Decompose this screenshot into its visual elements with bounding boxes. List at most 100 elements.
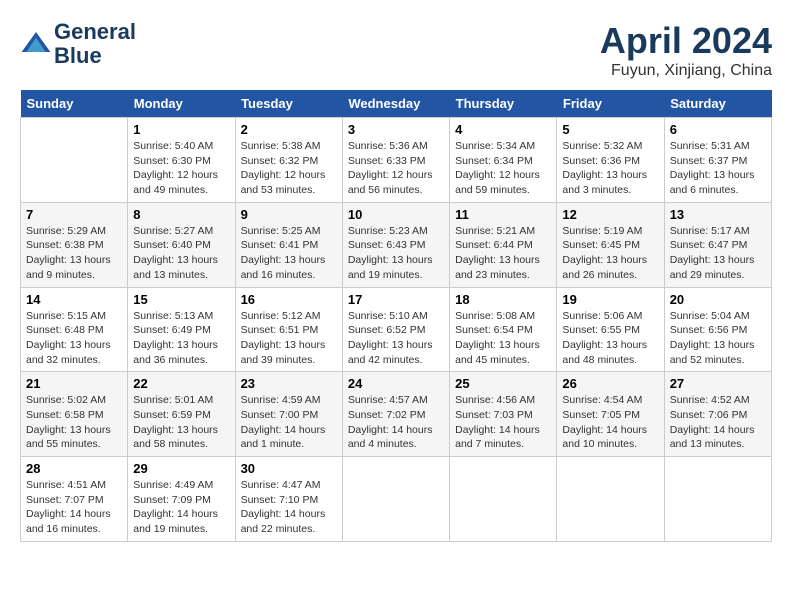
- calendar-day-cell: 2Sunrise: 5:38 AM Sunset: 6:32 PM Daylig…: [235, 118, 342, 203]
- calendar-day-cell: 14 Sunrise: 5:15 AM Sunset: 6:48 PM Dayli…: [21, 287, 128, 372]
- day-number: 14: [26, 292, 122, 307]
- day-info: Sunrise: 5:19 AM Sunset: 6:45 PM Dayligh…: [562, 224, 658, 283]
- calendar-day-cell: 11 Sunrise: 5:21 AM Sunset: 6:44 PM Dayli…: [450, 202, 557, 287]
- calendar-day-cell: 24 Sunrise: 4:57 AM Sunset: 7:02 PM Dayli…: [342, 372, 449, 457]
- day-info: Sunrise: 5:08 AM Sunset: 6:54 PM Dayligh…: [455, 309, 551, 368]
- day-number: 29: [133, 461, 229, 476]
- calendar-day-cell: 25 Sunrise: 4:56 AM Sunset: 7:03 PM Dayli…: [450, 372, 557, 457]
- calendar-day-cell: [557, 457, 664, 542]
- day-number: 15: [133, 292, 229, 307]
- calendar-day-cell: 12 Sunrise: 5:19 AM Sunset: 6:45 PM Dayli…: [557, 202, 664, 287]
- calendar-day-cell: 7Sunrise: 5:29 AM Sunset: 6:38 PM Daylig…: [21, 202, 128, 287]
- calendar-day-cell: 4Sunrise: 5:34 AM Sunset: 6:34 PM Daylig…: [450, 118, 557, 203]
- day-number: 16: [241, 292, 337, 307]
- logo-text: General Blue: [54, 20, 136, 68]
- day-number: 9: [241, 207, 337, 222]
- day-info: Sunrise: 5:12 AM Sunset: 6:51 PM Dayligh…: [241, 309, 337, 368]
- title-block: April 2024 Fuyun, Xinjiang, China: [600, 20, 772, 80]
- calendar-day-cell: 27 Sunrise: 4:52 AM Sunset: 7:06 PM Dayli…: [664, 372, 771, 457]
- weekday-label: Thursday: [450, 90, 557, 118]
- day-info: Sunrise: 5:15 AM Sunset: 6:48 PM Dayligh…: [26, 309, 122, 368]
- calendar-day-cell: 6 Sunrise: 5:31 AM Sunset: 6:37 PM Daylig…: [664, 118, 771, 203]
- calendar-day-cell: 8 Sunrise: 5:27 AM Sunset: 6:40 PM Daylig…: [128, 202, 235, 287]
- day-info: Sunrise: 4:49 AM Sunset: 7:09 PM Dayligh…: [133, 478, 229, 537]
- calendar-day-cell: 3 Sunrise: 5:36 AM Sunset: 6:33 PM Daylig…: [342, 118, 449, 203]
- day-info: Sunrise: 5:34 AM Sunset: 6:34 PM Dayligh…: [455, 139, 551, 198]
- calendar-day-cell: 29 Sunrise: 4:49 AM Sunset: 7:09 PM Dayli…: [128, 457, 235, 542]
- day-info: Sunrise: 5:13 AM Sunset: 6:49 PM Dayligh…: [133, 309, 229, 368]
- day-info: Sunrise: 4:52 AM Sunset: 7:06 PM Dayligh…: [670, 393, 766, 452]
- weekday-label: Tuesday: [235, 90, 342, 118]
- calendar-day-cell: 13 Sunrise: 5:17 AM Sunset: 6:47 PM Dayli…: [664, 202, 771, 287]
- day-number: 3: [348, 122, 444, 137]
- day-info: Sunrise: 4:57 AM Sunset: 7:02 PM Dayligh…: [348, 393, 444, 452]
- day-number: 22: [133, 376, 229, 391]
- day-info: Sunrise: 5:06 AM Sunset: 6:55 PM Dayligh…: [562, 309, 658, 368]
- calendar-day-cell: 20 Sunrise: 5:04 AM Sunset: 6:56 PM Dayli…: [664, 287, 771, 372]
- calendar-day-cell: 17 Sunrise: 5:10 AM Sunset: 6:52 PM Dayli…: [342, 287, 449, 372]
- day-number: 6: [670, 122, 766, 137]
- calendar-day-cell: 23Sunrise: 4:59 AM Sunset: 7:00 PM Dayli…: [235, 372, 342, 457]
- calendar-day-cell: 15 Sunrise: 5:13 AM Sunset: 6:49 PM Dayli…: [128, 287, 235, 372]
- logo: General Blue: [20, 20, 136, 68]
- calendar-day-cell: 10 Sunrise: 5:23 AM Sunset: 6:43 PM Dayli…: [342, 202, 449, 287]
- day-info: Sunrise: 5:21 AM Sunset: 6:44 PM Dayligh…: [455, 224, 551, 283]
- day-info: Sunrise: 5:25 AM Sunset: 6:41 PM Dayligh…: [241, 224, 337, 283]
- day-number: 10: [348, 207, 444, 222]
- day-number: 26: [562, 376, 658, 391]
- day-number: 23: [241, 376, 337, 391]
- day-info: Sunrise: 5:01 AM Sunset: 6:59 PM Dayligh…: [133, 393, 229, 452]
- calendar-day-cell: 9 Sunrise: 5:25 AM Sunset: 6:41 PM Daylig…: [235, 202, 342, 287]
- day-number: 27: [670, 376, 766, 391]
- calendar-week-row: 1 Sunrise: 5:40 AM Sunset: 6:30 PM Daylig…: [21, 118, 772, 203]
- day-info: Sunrise: 5:31 AM Sunset: 6:37 PM Dayligh…: [670, 139, 766, 198]
- calendar-day-cell: [664, 457, 771, 542]
- day-info: Sunrise: 5:10 AM Sunset: 6:52 PM Dayligh…: [348, 309, 444, 368]
- calendar-day-cell: [342, 457, 449, 542]
- month-title: April 2024: [600, 20, 772, 62]
- day-info: Sunrise: 4:56 AM Sunset: 7:03 PM Dayligh…: [455, 393, 551, 452]
- day-info: Sunrise: 5:17 AM Sunset: 6:47 PM Dayligh…: [670, 224, 766, 283]
- calendar-week-row: 14 Sunrise: 5:15 AM Sunset: 6:48 PM Dayli…: [21, 287, 772, 372]
- weekday-label: Sunday: [21, 90, 128, 118]
- calendar-table: SundayMondayTuesdayWednesdayThursdayFrid…: [20, 90, 772, 542]
- calendar-day-cell: 1 Sunrise: 5:40 AM Sunset: 6:30 PM Daylig…: [128, 118, 235, 203]
- day-number: 18: [455, 292, 551, 307]
- calendar-day-cell: [450, 457, 557, 542]
- calendar-day-cell: 5Sunrise: 5:32 AM Sunset: 6:36 PM Daylig…: [557, 118, 664, 203]
- weekday-label: Friday: [557, 90, 664, 118]
- calendar-day-cell: 16 Sunrise: 5:12 AM Sunset: 6:51 PM Dayli…: [235, 287, 342, 372]
- day-number: 12: [562, 207, 658, 222]
- day-info: Sunrise: 5:02 AM Sunset: 6:58 PM Dayligh…: [26, 393, 122, 452]
- day-info: Sunrise: 5:38 AM Sunset: 6:32 PM Dayligh…: [241, 139, 337, 198]
- calendar-week-row: 28 Sunrise: 4:51 AM Sunset: 7:07 PM Dayli…: [21, 457, 772, 542]
- day-info: Sunrise: 5:32 AM Sunset: 6:36 PM Dayligh…: [562, 139, 658, 198]
- day-number: 21: [26, 376, 122, 391]
- calendar-day-cell: 30Sunrise: 4:47 AM Sunset: 7:10 PM Dayli…: [235, 457, 342, 542]
- day-number: 1: [133, 122, 229, 137]
- day-number: 28: [26, 461, 122, 476]
- day-info: Sunrise: 5:40 AM Sunset: 6:30 PM Dayligh…: [133, 139, 229, 198]
- location: Fuyun, Xinjiang, China: [600, 62, 772, 80]
- day-info: Sunrise: 5:27 AM Sunset: 6:40 PM Dayligh…: [133, 224, 229, 283]
- day-number: 20: [670, 292, 766, 307]
- day-number: 30: [241, 461, 337, 476]
- day-number: 11: [455, 207, 551, 222]
- day-info: Sunrise: 5:29 AM Sunset: 6:38 PM Dayligh…: [26, 224, 122, 283]
- day-number: 24: [348, 376, 444, 391]
- day-number: 17: [348, 292, 444, 307]
- calendar-week-row: 7Sunrise: 5:29 AM Sunset: 6:38 PM Daylig…: [21, 202, 772, 287]
- calendar-day-cell: 22 Sunrise: 5:01 AM Sunset: 6:59 PM Dayli…: [128, 372, 235, 457]
- weekday-label: Monday: [128, 90, 235, 118]
- calendar-day-cell: 18 Sunrise: 5:08 AM Sunset: 6:54 PM Dayli…: [450, 287, 557, 372]
- calendar-day-cell: 21 Sunrise: 5:02 AM Sunset: 6:58 PM Dayli…: [21, 372, 128, 457]
- calendar-day-cell: 28 Sunrise: 4:51 AM Sunset: 7:07 PM Dayli…: [21, 457, 128, 542]
- day-info: Sunrise: 5:04 AM Sunset: 6:56 PM Dayligh…: [670, 309, 766, 368]
- day-info: Sunrise: 4:51 AM Sunset: 7:07 PM Dayligh…: [26, 478, 122, 537]
- day-number: 8: [133, 207, 229, 222]
- day-number: 13: [670, 207, 766, 222]
- day-info: Sunrise: 5:36 AM Sunset: 6:33 PM Dayligh…: [348, 139, 444, 198]
- logo-icon: [20, 28, 52, 60]
- day-info: Sunrise: 5:23 AM Sunset: 6:43 PM Dayligh…: [348, 224, 444, 283]
- day-number: 25: [455, 376, 551, 391]
